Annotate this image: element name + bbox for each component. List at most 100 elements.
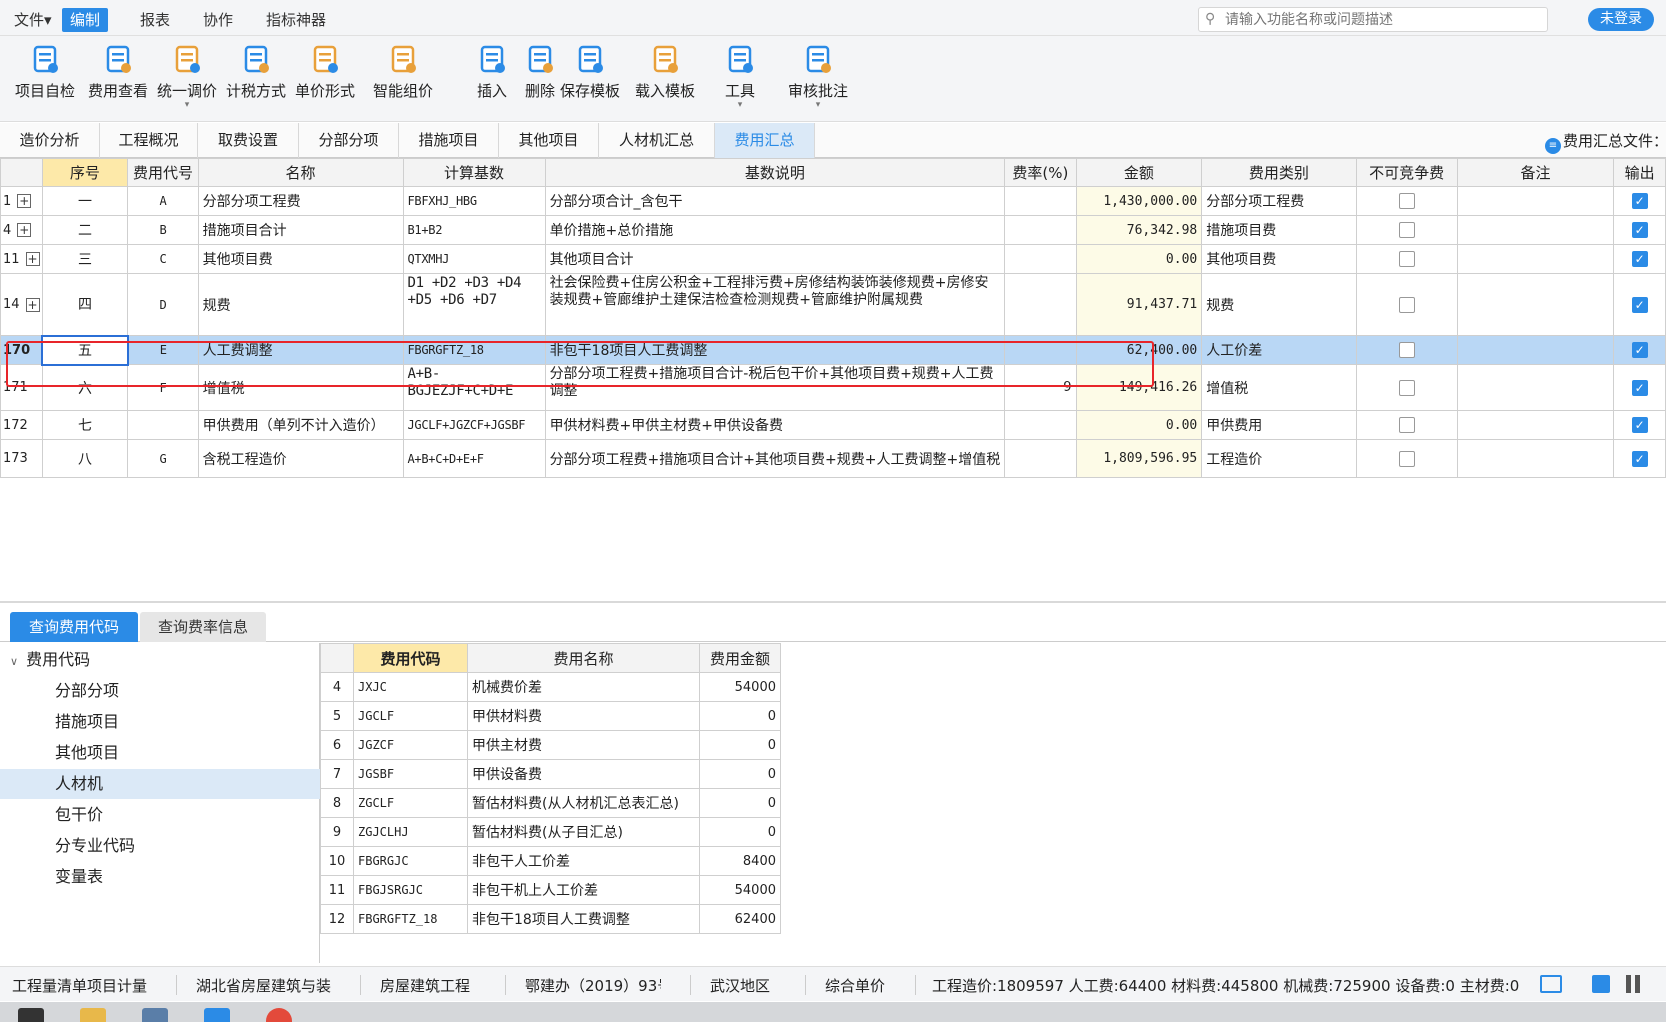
summary-file-selector[interactable]: ≡ 费用汇总文件： [1545,130,1666,154]
cell-base-desc[interactable]: 分部分项工程费+措施项目合计+其他项目费+规费+人工费调整+增值税 [544,439,1006,478]
code-row-number[interactable]: 10 [320,846,354,876]
code-cell-amount[interactable]: 0 [699,788,781,818]
cell-base-desc[interactable]: 分部分项合计_含包干 [544,186,1006,216]
chevron-down-icon[interactable]: ▾ [778,101,858,110]
app-icon[interactable] [204,1008,230,1022]
cell-output[interactable]: ✓ [1613,410,1666,440]
cell-noncompetitive[interactable] [1355,364,1458,411]
cell-rate[interactable] [1004,273,1077,336]
noncompetitive-checkbox[interactable] [1398,450,1415,467]
tool-unit-price-form-button[interactable]: 单价形式 [285,40,365,118]
tool-tax-method-button[interactable]: 计税方式 [216,40,296,118]
cell-note[interactable] [1456,364,1615,411]
noncompetitive-checkbox[interactable] [1398,251,1415,267]
menu-indicator[interactable]: 指标神器 [258,8,334,32]
grid-row[interactable]: 1 + 一 A 分部分项工程费 FBFXHJ_HBG 分部分项合计_含包干 1,430,000… [0,186,1666,216]
noncompetitive-checkbox[interactable] [1398,417,1415,433]
login-button[interactable]: 未登录 [1588,8,1654,31]
cell-code[interactable]: A [127,186,199,216]
browser-icon[interactable] [266,1008,292,1022]
code-row-number[interactable]: 12 [320,904,354,934]
tab-project-overview[interactable]: 工程概况 [100,123,198,158]
header-category[interactable]: 费用类别 [1201,158,1357,187]
cell-name[interactable]: 其他项目费 [197,244,404,274]
noncompetitive-checkbox[interactable] [1398,222,1415,238]
cell-name[interactable]: 措施项目合计 [197,215,404,245]
cell-name[interactable]: 甲供费用（单列不计入造价） [197,410,404,440]
cell-category[interactable]: 工程造价 [1201,439,1357,478]
tab-other-items[interactable]: 其他项目 [499,123,599,158]
cell-code[interactable]: C [127,244,199,274]
chevron-down-icon[interactable]: ▾ [147,101,227,110]
cell-category[interactable]: 增值税 [1201,364,1357,411]
code-cell-amount[interactable]: 0 [699,701,781,731]
tree-item-sub-items[interactable]: 分部分项 [0,676,320,706]
cell-output[interactable]: ✓ [1613,215,1666,245]
code-row-number[interactable]: 9 [320,817,354,847]
grid-row[interactable]: 173 八 G 含税工程造价 A+B+C+D+E+F 分部分项工程费+措施项目合计+其他项… [0,439,1666,478]
cell-noncompetitive[interactable] [1355,273,1458,336]
code-cell-code[interactable]: JXJC [353,672,468,702]
menu-collab[interactable]: 协作 [195,8,241,32]
cell-base-desc[interactable]: 其他项目合计 [544,244,1006,274]
header-base[interactable]: 计算基数 [402,158,546,187]
cell-base[interactable]: JGCLF+JGZCF+JGSBF [402,410,546,440]
row-number[interactable]: 4 + [0,215,43,245]
code-row-number[interactable]: 11 [320,875,354,905]
cell-base[interactable]: B1+B2 [402,215,546,245]
cell-base[interactable]: FBFXHJ_HBG [402,186,546,216]
header-code[interactable]: 费用代号 [127,158,199,187]
cell-category[interactable]: 规费 [1201,273,1357,336]
split-view-icon[interactable] [1626,975,1640,993]
cell-base-desc[interactable]: 单价措施+总价措施 [544,215,1006,245]
code-cell-name[interactable]: 机械费价差 [467,672,700,702]
search-input[interactable] [1225,10,1535,29]
header-amount[interactable]: 金额 [1075,158,1203,187]
code-cell-amount[interactable]: 8400 [699,846,781,876]
cell-rate[interactable] [1004,439,1077,478]
cell-output[interactable]: ✓ [1613,273,1666,336]
cell-category[interactable]: 人工价差 [1201,335,1357,365]
code-table-row[interactable]: 9 ZGJCLHJ 暂估材料费(从子目汇总) 0 [320,817,781,847]
output-checkbox[interactable]: ✓ [1631,193,1648,209]
cell-output[interactable]: ✓ [1613,439,1666,478]
cell-name[interactable]: 规费 [197,273,404,336]
expand-icon[interactable]: + [25,252,40,266]
cell-category[interactable]: 其他项目费 [1201,244,1357,274]
tool-unified-price-button[interactable]: 统一调价 ▾ [147,40,227,118]
tool-review-annotate-button[interactable]: 审核批注 ▾ [778,40,858,118]
cell-base[interactable]: D1 +D2 +D3 +D4 +D5 +D6 +D7 [402,273,546,336]
cell-rate[interactable] [1004,244,1077,274]
code-cell-code[interactable]: FBGRGFTZ_18 [353,904,468,934]
cell-noncompetitive[interactable] [1355,410,1458,440]
cell-note[interactable] [1456,439,1615,478]
chevron-down-icon[interactable]: ▾ [700,101,780,110]
row-number[interactable]: 14 + [0,273,43,336]
cell-noncompetitive[interactable] [1355,244,1458,274]
code-cell-code[interactable]: JGSBF [353,759,468,789]
output-checkbox[interactable]: ✓ [1631,296,1648,313]
cell-amount[interactable]: 91,437.71 [1075,273,1203,336]
cell-rate[interactable] [1004,410,1077,440]
row-number[interactable]: 1 + [0,186,43,216]
cell-name[interactable]: 分部分项工程费 [197,186,404,216]
code-cell-name[interactable]: 暂估材料费(从人材机汇总表汇总) [467,788,700,818]
grid-row[interactable]: 14 + 四 D 规费 D1 +D2 +D3 +D4 +D5 +D6 +D7 社会保险费+住… [0,273,1666,336]
tab-query-fee-code[interactable]: 查询费用代码 [10,612,138,642]
header-base-desc[interactable]: 基数说明 [544,158,1006,187]
cell-seq[interactable]: 八 [41,439,129,478]
tool-save-template-button[interactable]: 保存模板 [550,40,630,118]
code-cell-name[interactable]: 甲供主材费 [467,730,700,760]
menu-report[interactable]: 报表 [132,8,178,32]
cell-base[interactable]: QTXMHJ [402,244,546,274]
output-checkbox[interactable]: ✓ [1631,342,1648,358]
cell-amount[interactable]: 1,809,596.95 [1075,439,1203,478]
row-number[interactable]: 173 [0,439,43,478]
code-table-row[interactable]: 8 ZGCLF 暂估材料费(从人材机汇总表汇总) 0 [320,788,781,818]
output-checkbox[interactable]: ✓ [1631,417,1648,433]
code-table-row[interactable]: 12 FBGRGFTZ_18 非包干18项目人工费调整 62400 [320,904,781,934]
expand-icon[interactable]: + [17,223,32,237]
cell-code[interactable]: G [127,439,199,478]
expand-icon[interactable]: + [17,194,32,208]
code-cell-code[interactable]: FBGJSRGJC [353,875,468,905]
